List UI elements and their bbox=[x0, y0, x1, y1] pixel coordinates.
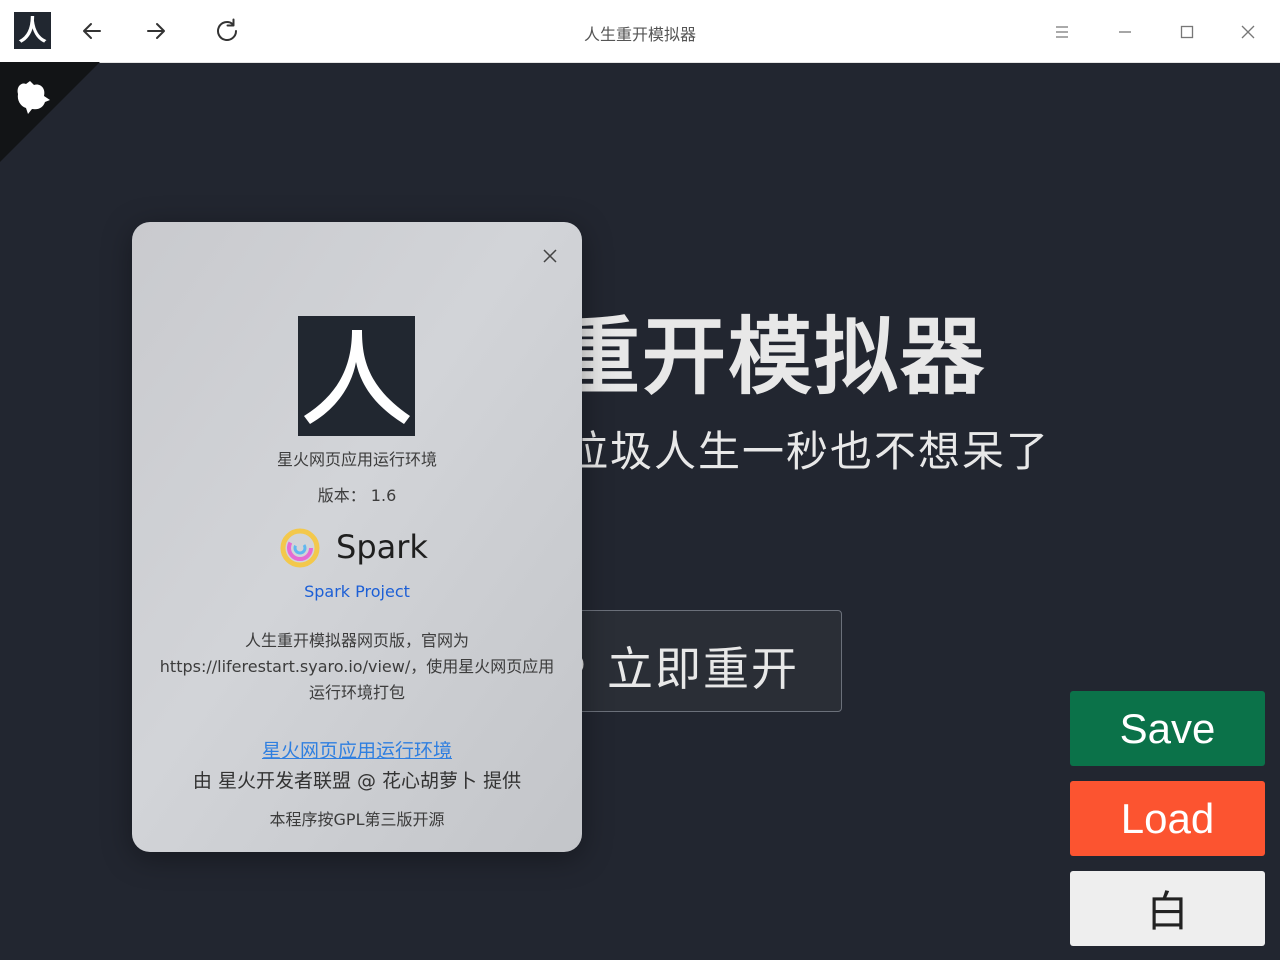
app-description: 人生重开模拟器网页版，官网为https://liferestart.syaro.… bbox=[159, 631, 555, 702]
load-button[interactable]: Load bbox=[1070, 781, 1265, 856]
restart-label: 立即重开 bbox=[607, 642, 799, 696]
runtime-name: 星火网页应用运行环境 bbox=[276, 450, 437, 469]
runtime-link[interactable]: 星火网页应用运行环境 bbox=[132, 736, 582, 763]
maximize-button[interactable] bbox=[1172, 17, 1202, 47]
close-icon bbox=[1241, 25, 1255, 39]
save-button[interactable]: Save bbox=[1070, 691, 1265, 766]
dialog-close-button[interactable] bbox=[536, 242, 564, 270]
close-window-button[interactable] bbox=[1233, 17, 1263, 47]
spark-project-link[interactable]: Spark Project bbox=[132, 582, 582, 601]
minimize-icon bbox=[1119, 31, 1131, 33]
about-dialog: 星火网页应用运行环境 版本： 1.6 Spark Spark Project 人… bbox=[132, 222, 582, 852]
version-text: 版本： 1.6 bbox=[317, 486, 397, 505]
provided-by: 由 星火开发者联盟 @ 花心胡萝卜 提供 bbox=[192, 770, 522, 792]
spark-swirl-icon bbox=[280, 528, 320, 568]
menu-button[interactable] bbox=[1047, 17, 1077, 47]
minimize-button[interactable] bbox=[1110, 17, 1140, 47]
app-subtitle: 这垃圾人生一秒也不想呆了 bbox=[522, 427, 1051, 476]
app-logo bbox=[298, 316, 415, 436]
maximize-icon bbox=[1180, 25, 1194, 39]
title-bar: 人 人生重开模拟器 bbox=[0, 0, 1280, 63]
window-title: 人生重开模拟器 bbox=[583, 25, 696, 44]
spark-logo: Spark bbox=[278, 526, 438, 570]
person-glyph-icon bbox=[304, 330, 410, 424]
theme-button[interactable]: 白 bbox=[1070, 871, 1265, 946]
octocat-icon[interactable] bbox=[12, 76, 54, 118]
menu-icon bbox=[1056, 26, 1068, 38]
license-text: 本程序按GPL第三版开源 bbox=[269, 810, 445, 829]
spark-wordmark: Spark bbox=[336, 528, 428, 566]
close-icon bbox=[543, 249, 557, 263]
